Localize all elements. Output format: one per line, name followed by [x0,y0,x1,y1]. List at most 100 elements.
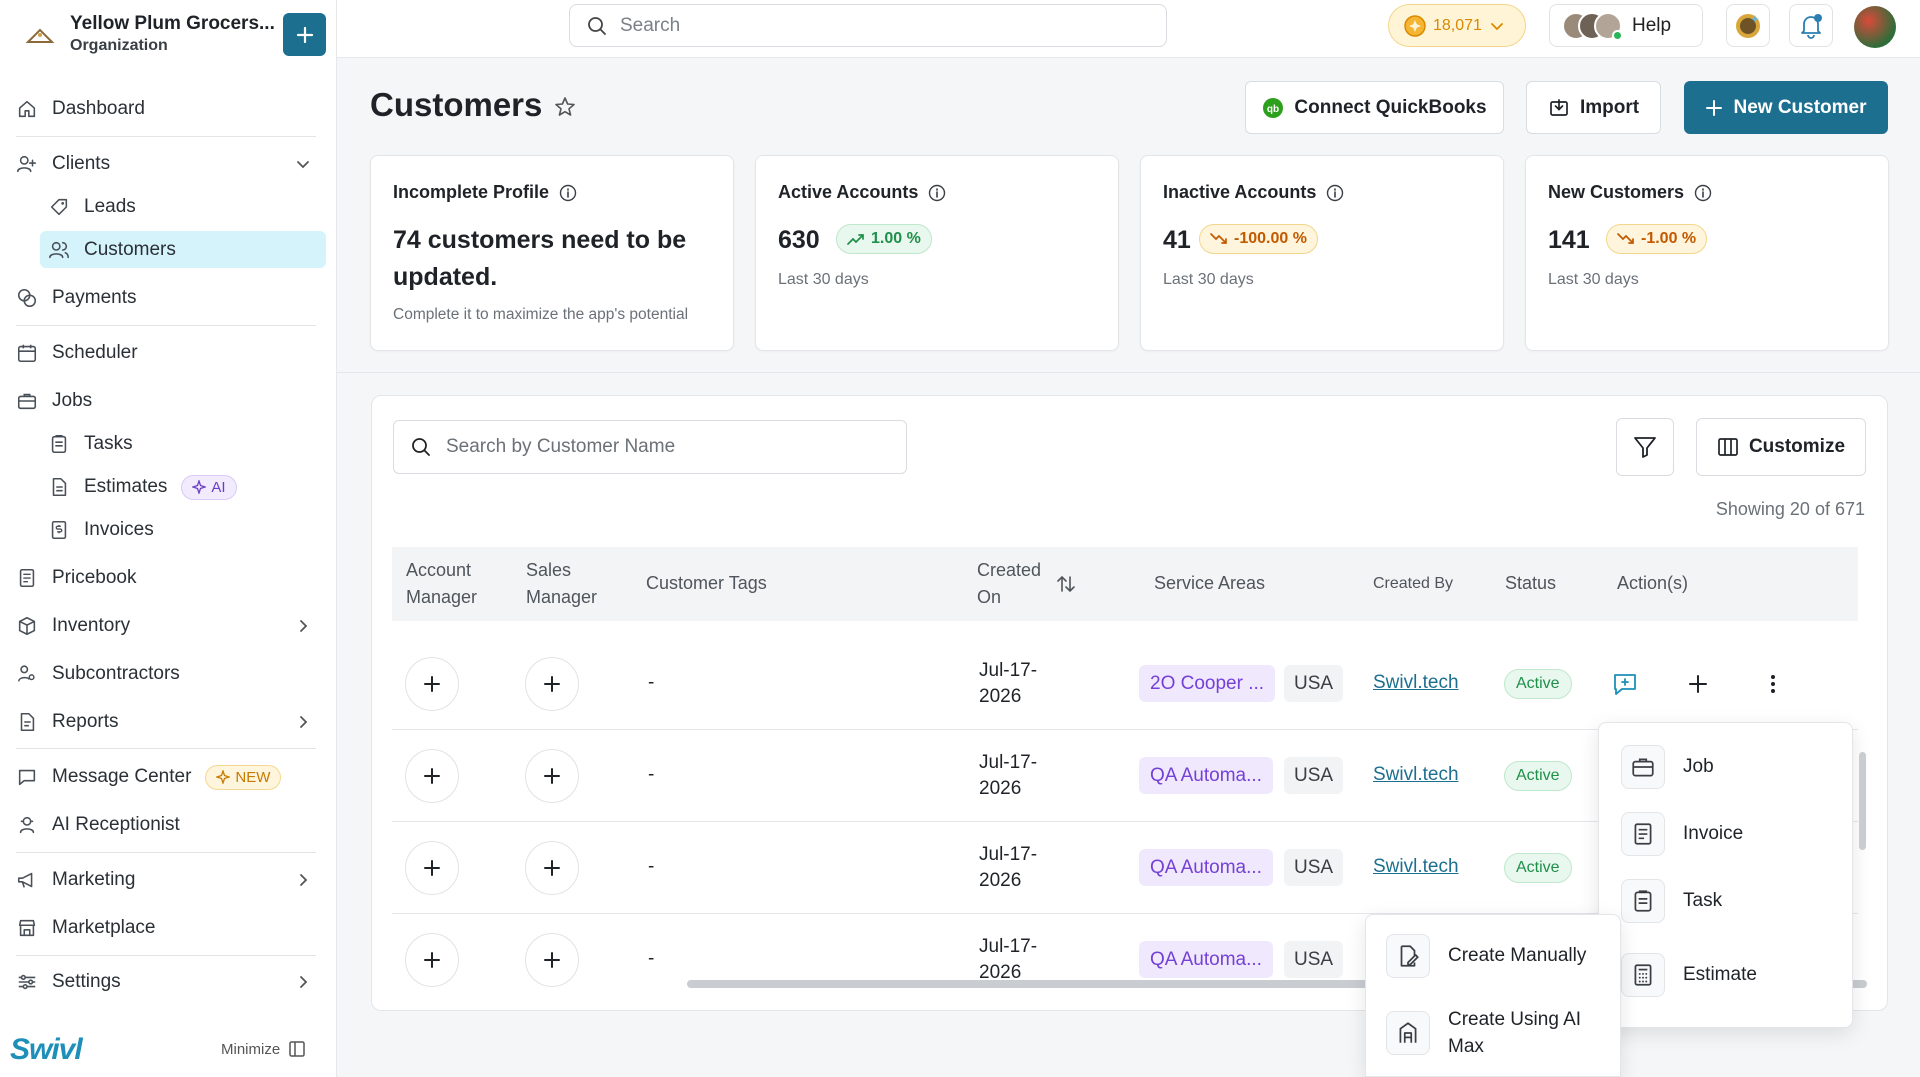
nav-ai-receptionist[interactable]: AI Receptionist [16,805,180,845]
connect-quickbooks-button[interactable]: qb Connect QuickBooks [1245,81,1504,134]
col-sales-manager[interactable]: Sales Manager [526,557,616,611]
created-by-link[interactable]: Swivl.tech [1373,672,1459,694]
service-area-country: USA [1284,757,1344,794]
nav-leads[interactable]: Leads [48,187,136,227]
service-area-tag[interactable]: QA Automa... [1139,849,1273,886]
chevron-right-icon[interactable] [294,871,312,889]
menu-item-estimate[interactable]: Estimate [1621,953,1757,997]
card-title-label: New Customers [1548,182,1685,202]
sliders-icon [18,974,36,990]
chevron-down-icon[interactable] [294,155,312,173]
import-icon [1550,98,1568,116]
card-message: 74 customers need to be updated. [393,226,687,291]
nav-dashboard[interactable]: Dashboard [16,89,145,129]
star-icon[interactable] [553,95,577,119]
date-line: 2026 [979,686,1022,707]
quick-add-button[interactable] [283,13,326,56]
nav-reports[interactable]: Reports [16,702,119,742]
menu-item-create-ai[interactable]: Create Using AI Max [1386,1006,1581,1060]
nav-marketplace[interactable]: Marketplace [16,908,156,948]
assign-account-manager-button[interactable] [405,841,459,895]
assign-account-manager-button[interactable] [405,749,459,803]
new-customer-button[interactable]: New Customer [1684,81,1888,134]
trend-badge: 1.00 % [836,224,932,254]
assign-sales-manager-button[interactable] [525,933,579,987]
info-icon[interactable] [1694,184,1712,202]
assign-sales-manager-button[interactable] [525,749,579,803]
card-inactive-accounts[interactable]: Inactive Accounts 41 -100.00 % Last 30 d… [1140,155,1504,351]
service-area-tag[interactable]: QA Automa... [1139,941,1273,978]
chevron-right-icon[interactable] [294,713,312,731]
brand-logo[interactable]: Swivl [10,1033,83,1067]
nav-marketing[interactable]: Marketing [16,860,135,900]
nav-clients[interactable]: Clients [16,144,110,184]
add-note-icon[interactable] [1611,670,1639,698]
sort-icon[interactable] [1056,574,1076,594]
col-service-areas[interactable]: Service Areas [1154,570,1265,597]
import-button[interactable]: Import [1526,81,1661,134]
org-name[interactable]: Yellow Plum Grocers... [70,13,275,35]
nav-customers[interactable]: Customers [48,230,176,270]
label-line: Max [1448,1036,1484,1057]
col-account-manager[interactable]: Account Manager [406,557,496,611]
info-icon[interactable] [928,184,946,202]
nav-settings[interactable]: Settings [16,962,121,1002]
assign-account-manager-button[interactable] [405,657,459,711]
nav-subcontractors[interactable]: Subcontractors [16,654,180,694]
menu-scrollbar[interactable] [1859,752,1866,850]
card-active-accounts[interactable]: Active Accounts 630 1.00 % Last 30 days [755,155,1119,351]
user-avatar[interactable] [1854,6,1896,48]
box-icon [18,616,36,636]
import-label: Import [1579,96,1640,118]
nav-estimates[interactable]: Estimates AI [48,467,237,507]
nav-inventory[interactable]: Inventory [16,606,130,646]
chevron-right-icon[interactable] [294,973,312,991]
trophy-icon [1736,13,1760,38]
create-submenu: Create Manually Create Using AI Max [1365,914,1621,1077]
assign-account-manager-button[interactable] [405,933,459,987]
customize-button[interactable]: Customize [1696,418,1866,476]
nav-jobs[interactable]: Jobs [16,381,92,421]
assign-sales-manager-button[interactable] [525,841,579,895]
user-plus-icon [17,155,37,173]
book-icon [19,568,35,588]
menu-item-task[interactable]: Task [1621,879,1722,923]
info-icon[interactable] [559,184,577,202]
nav-pricebook[interactable]: Pricebook [16,558,137,598]
info-icon[interactable] [1326,184,1344,202]
global-search[interactable]: Search [569,4,1167,47]
notifications-button[interactable] [1789,4,1833,47]
nav-payments-label: Payments [52,287,137,308]
table-header: Account Manager Sales Manager Customer T… [392,547,1858,621]
service-area-tag[interactable]: QA Automa... [1139,757,1273,794]
created-by-link[interactable]: Swivl.tech [1373,856,1459,878]
service-area-tag[interactable]: 2O Cooper ... [1139,665,1276,702]
plus-icon[interactable] [1687,673,1709,695]
chevron-right-icon[interactable] [294,617,312,635]
card-title: Incomplete Profile [393,182,577,203]
col-customer-tags[interactable]: Customer Tags [646,570,767,597]
nav-invoices[interactable]: Invoices [48,510,154,550]
table-row[interactable]: - Jul-17- 2026 2O Cooper ... USA Swivl.te… [392,638,1858,730]
help-button[interactable]: Help [1549,4,1703,47]
filter-button[interactable] [1616,418,1674,476]
menu-item-create-manually[interactable]: Create Manually [1386,934,1586,978]
card-incomplete-profile[interactable]: Incomplete Profile 74 customers need to … [370,155,734,351]
created-by-link[interactable]: Swivl.tech [1373,764,1459,786]
rewards-button[interactable] [1726,4,1770,47]
card-new-customers[interactable]: New Customers 141 -1.00 % Last 30 days [1525,155,1889,351]
customer-search-input[interactable]: Search by Customer Name [393,420,907,474]
menu-item-invoice[interactable]: Invoice [1621,812,1743,856]
col-created-by[interactable]: Created By [1373,570,1453,597]
nav-tasks[interactable]: Tasks [48,424,133,464]
col-created-on[interactable]: Created On [977,557,1057,611]
nav-message-center[interactable]: Message Center NEW [16,757,282,797]
col-status[interactable]: Status [1505,570,1556,597]
assign-sales-manager-button[interactable] [525,657,579,711]
nav-scheduler[interactable]: Scheduler [16,333,138,373]
menu-item-job[interactable]: Job [1621,745,1714,789]
more-vertical-icon[interactable] [1761,672,1785,696]
nav-payments[interactable]: Payments [16,278,136,318]
minimize-button[interactable]: Minimize [221,1040,306,1058]
coins-balance[interactable]: 18,071 [1388,4,1526,47]
